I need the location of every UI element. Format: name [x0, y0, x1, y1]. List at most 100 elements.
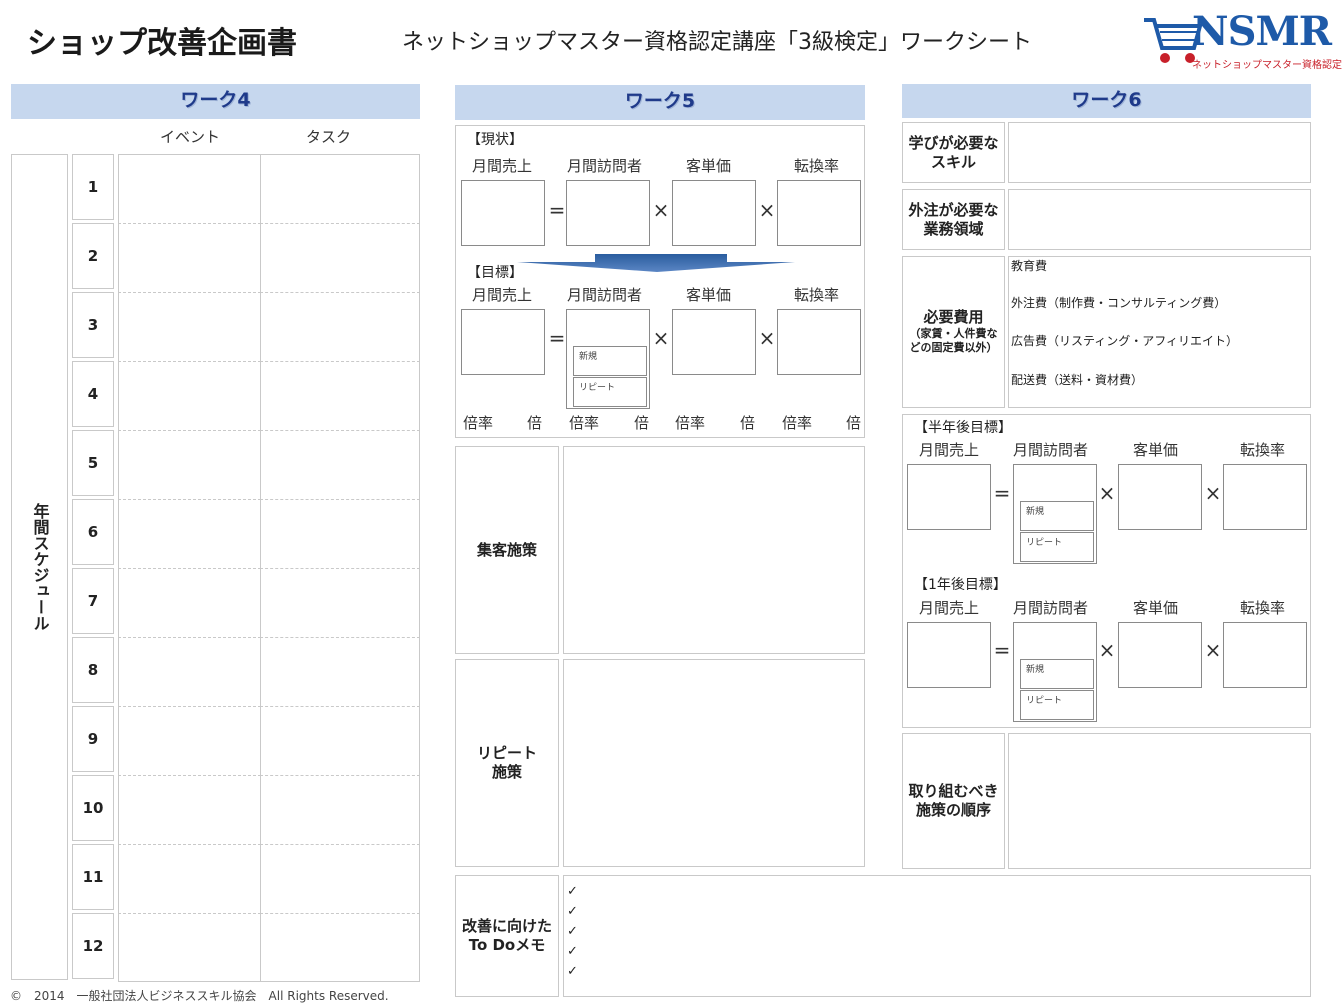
- repeat-label: リピート: [1026, 538, 1063, 548]
- task-cell[interactable]: [260, 844, 420, 913]
- outsource-label-1: 外注が必要な: [908, 200, 999, 219]
- task-cell[interactable]: [260, 292, 420, 361]
- half-col-unit-price: 客単価: [1133, 441, 1179, 459]
- check-icon: ✓: [567, 964, 578, 979]
- work4-col-task: タスク: [306, 128, 352, 146]
- half-sales-field[interactable]: [907, 464, 991, 530]
- month-number: 8: [72, 637, 114, 703]
- check-icon: ✓: [567, 884, 578, 899]
- half-repeat-visitors-field[interactable]: リピート: [1020, 532, 1094, 562]
- month-number: 4: [72, 361, 114, 427]
- cost-item-education: 教育費: [1011, 259, 1048, 273]
- event-cell[interactable]: [118, 361, 261, 430]
- task-cell[interactable]: [260, 223, 420, 292]
- month-number: 2: [72, 223, 114, 289]
- task-cell[interactable]: [260, 706, 420, 775]
- event-cell[interactable]: [118, 430, 261, 499]
- check-icon: ✓: [567, 924, 578, 939]
- page-title: ショップ改善企画書: [27, 26, 297, 61]
- target-repeat-visitors-field[interactable]: リピート: [573, 377, 647, 407]
- event-cell[interactable]: [118, 154, 261, 223]
- todo-label-2: To Doメモ: [468, 936, 546, 954]
- task-cell[interactable]: [260, 913, 420, 982]
- cost-field[interactable]: 教育費 外注費（制作費・コンサルティング費） 広告費（リスティング・アフィリエイ…: [1008, 256, 1311, 408]
- down-arrow-icon: [517, 254, 795, 272]
- target-unit-price-field[interactable]: [672, 309, 756, 375]
- target-col-sales: 月間売上: [472, 286, 533, 304]
- current-label: 【現状】: [467, 132, 523, 148]
- priority-order-label-2: 施策の順序: [915, 801, 991, 819]
- cost-note-1: （家賃・人件費な: [909, 327, 998, 341]
- event-cell[interactable]: [118, 775, 261, 844]
- task-cell[interactable]: [260, 154, 420, 223]
- event-cell[interactable]: [118, 223, 261, 292]
- year-conversion-field[interactable]: [1223, 622, 1307, 688]
- event-cell[interactable]: [118, 292, 261, 361]
- event-cell[interactable]: [118, 844, 261, 913]
- current-unit-price-field[interactable]: [672, 180, 756, 246]
- skills-label-1: 学びが必要な: [908, 133, 999, 152]
- task-cell[interactable]: [260, 568, 420, 637]
- rate-label: 倍率: [675, 414, 706, 432]
- acquisition-field[interactable]: [563, 446, 865, 654]
- repeat-label: リピート: [1026, 696, 1063, 706]
- event-cell[interactable]: [118, 913, 261, 982]
- target-col-visitors: 月間訪問者: [567, 286, 643, 304]
- cost-item-shipping: 配送費（送料・資材費）: [1011, 373, 1144, 387]
- work4-header: ワーク4: [11, 84, 420, 119]
- equals-sign: =: [993, 481, 1011, 505]
- rate-unit: 倍: [846, 414, 862, 432]
- copyright: © 2014 一般社団法人ビジネススキル協会 All Rights Reserv…: [10, 989, 389, 1003]
- current-conversion-field[interactable]: [777, 180, 861, 246]
- repeat-label: リピート: [579, 383, 616, 393]
- half-conversion-field[interactable]: [1223, 464, 1307, 530]
- rate-label: 倍率: [569, 414, 600, 432]
- year-unit-price-field[interactable]: [1118, 622, 1202, 688]
- logo-subtext: ネットショップマスター資格認定: [1192, 60, 1342, 71]
- cost-item-outsourcing: 外注費（制作費・コンサルティング費）: [1011, 296, 1227, 310]
- task-cell[interactable]: [260, 499, 420, 568]
- target-conversion-field[interactable]: [777, 309, 861, 375]
- target-sales-field[interactable]: [461, 309, 545, 375]
- year-sales-field[interactable]: [907, 622, 991, 688]
- one-year-label: 【1年後目標】: [914, 577, 1007, 593]
- month-number: 1: [72, 154, 114, 220]
- year-repeat-visitors-field[interactable]: リピート: [1020, 690, 1094, 720]
- priority-order-label-1: 取り組むべき: [908, 782, 999, 801]
- outsource-label-2: 業務領域: [923, 219, 984, 238]
- new-label: 新規: [579, 352, 598, 362]
- target-visitors-box: 新規 リピート: [566, 309, 650, 409]
- event-cell[interactable]: [118, 637, 261, 706]
- half-visitors-box: 新規 リピート: [1013, 464, 1097, 564]
- todo-field[interactable]: ✓ ✓ ✓ ✓ ✓: [563, 875, 1311, 997]
- year-new-visitors-field[interactable]: 新規: [1020, 659, 1094, 689]
- repeat-measure-field[interactable]: [563, 659, 865, 867]
- repeat-measure-label-1: リピート: [476, 744, 537, 763]
- task-cell[interactable]: [260, 430, 420, 499]
- month-number: 10: [72, 775, 114, 841]
- cost-title: 必要費用: [923, 308, 984, 327]
- logo-text: NSMR: [1192, 8, 1332, 55]
- current-sales-field[interactable]: [461, 180, 545, 246]
- half-unit-price-field[interactable]: [1118, 464, 1202, 530]
- check-icon: ✓: [567, 904, 578, 919]
- priority-order-field[interactable]: [1008, 733, 1311, 869]
- task-cell[interactable]: [260, 637, 420, 706]
- outsource-field[interactable]: [1008, 189, 1311, 250]
- half-new-visitors-field[interactable]: 新規: [1020, 501, 1094, 531]
- year-col-unit-price: 客単価: [1133, 599, 1179, 617]
- current-col-unit-price: 客単価: [686, 157, 732, 175]
- month-number: 9: [72, 706, 114, 772]
- times-sign: ×: [758, 326, 776, 350]
- skills-field[interactable]: [1008, 122, 1311, 183]
- month-number: 5: [72, 430, 114, 496]
- current-visitors-field[interactable]: [566, 180, 650, 246]
- task-cell[interactable]: [260, 361, 420, 430]
- event-cell[interactable]: [118, 568, 261, 637]
- half-col-visitors: 月間訪問者: [1013, 441, 1089, 459]
- event-cell[interactable]: [118, 706, 261, 775]
- target-new-visitors-field[interactable]: 新規: [573, 346, 647, 376]
- task-cell[interactable]: [260, 775, 420, 844]
- event-cell[interactable]: [118, 499, 261, 568]
- outsource-label-box: 外注が必要な 業務領域: [902, 189, 1005, 250]
